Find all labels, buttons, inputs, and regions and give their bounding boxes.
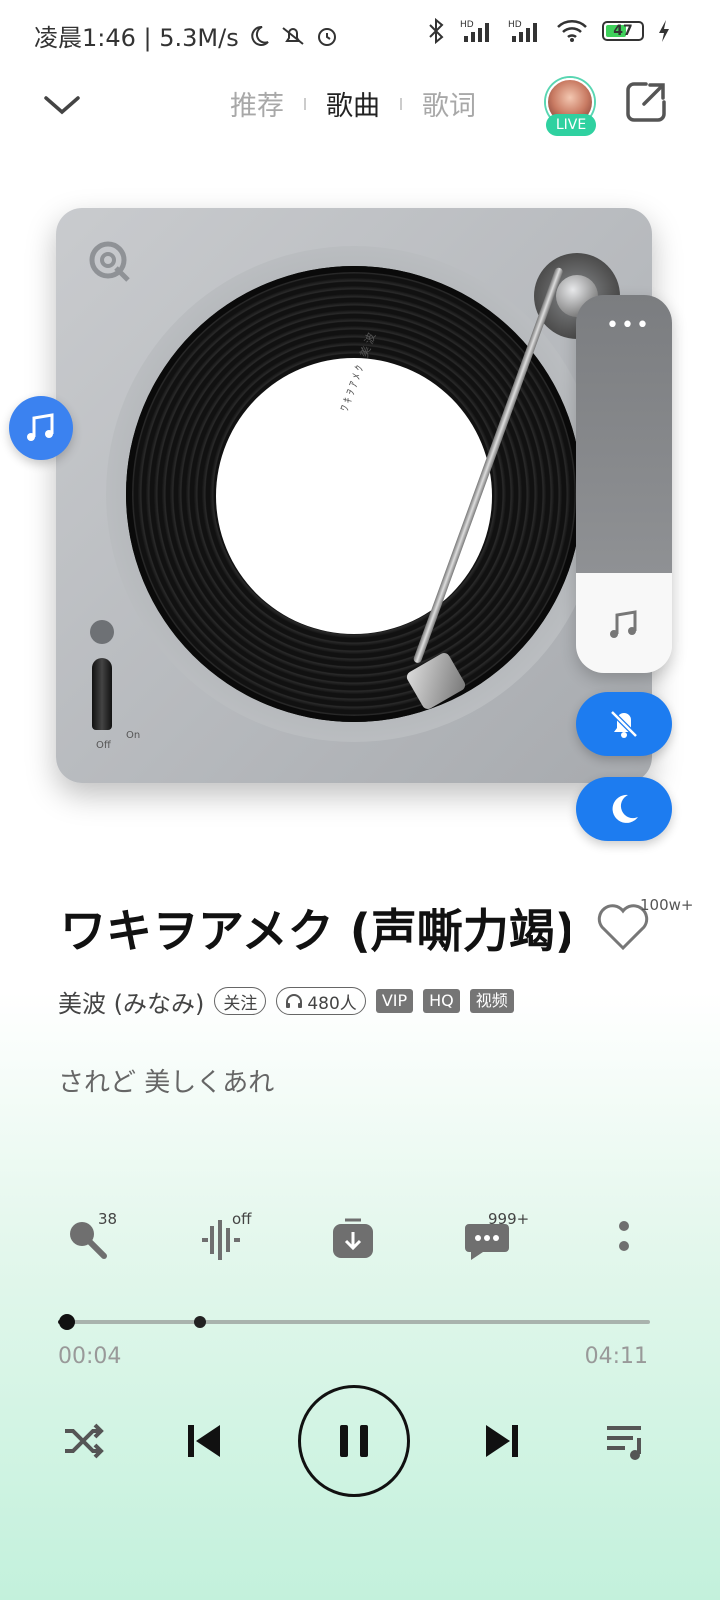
signal-hd-1-icon: HD <box>460 20 489 42</box>
mute-status-icon <box>282 26 304 45</box>
tab-song[interactable]: 歌曲 <box>326 84 380 123</box>
sing-count: 38 <box>98 1210 118 1228</box>
more-options-button[interactable] <box>592 1208 656 1272</box>
previous-icon <box>188 1425 220 1457</box>
current-lyric[interactable]: されど 美しくあれ <box>58 1062 274 1099</box>
battery-level: 47 <box>613 23 633 39</box>
status-left: 凌晨1:46 | 5.3M/s <box>34 18 339 53</box>
playlist-icon <box>607 1426 641 1460</box>
comment-count: 999+ <box>488 1210 530 1228</box>
floating-music-button[interactable] <box>9 396 73 460</box>
tab-bar: 推荐 歌曲 歌词 <box>230 84 476 123</box>
progress-track[interactable] <box>58 1320 650 1324</box>
tab-lyrics[interactable]: 歌词 <box>422 84 476 123</box>
moon-icon <box>612 794 638 823</box>
back-chevron-icon[interactable] <box>40 82 84 126</box>
sleep-mode-button[interactable] <box>576 777 672 841</box>
total-time: 04:11 <box>584 1344 648 1369</box>
more-vertical-icon <box>619 1221 629 1251</box>
hq-tag[interactable]: HQ <box>423 989 460 1013</box>
song-title: ワキヲアメク (声嘶力竭) <box>60 904 570 958</box>
charging-icon <box>659 20 669 42</box>
download-icon <box>333 1218 373 1258</box>
turntable-artwork: ﾜｷｦｱﾒｸ 美波 Off On <box>56 208 652 783</box>
playlist-button[interactable] <box>598 1413 654 1469</box>
video-tag[interactable]: 视频 <box>469 989 514 1013</box>
top-navigation: 推荐 歌曲 歌词 LIVE <box>0 70 720 140</box>
pause-button[interactable] <box>298 1385 410 1497</box>
shuffle-button[interactable] <box>56 1413 112 1469</box>
like-count: 100w+ <box>640 896 694 914</box>
mute-bell-icon <box>610 710 638 738</box>
progress-knob[interactable] <box>59 1314 76 1330</box>
pause-icon <box>340 1425 368 1457</box>
power-lever <box>92 658 112 730</box>
tab-recommend[interactable]: 推荐 <box>230 84 284 123</box>
artist-name[interactable]: 美波 (みなみ) <box>58 984 204 1019</box>
alarm-status-icon <box>317 27 336 46</box>
follow-button[interactable]: 关注 <box>214 987 267 1015</box>
battery-indicator: 47 <box>602 21 644 41</box>
music-note-icon <box>610 610 637 638</box>
download-button[interactable] <box>321 1208 385 1272</box>
signal-hd-2-icon: HD <box>508 20 537 42</box>
artist-row: 美波 (みなみ) 关注 480人 VIP HQ 视频 <box>58 984 514 1019</box>
music-note-icon <box>27 413 54 441</box>
status-bar: 凌晨1:46 | 5.3M/s HD HD 47 <box>0 0 720 70</box>
progress-bar[interactable] <box>58 1314 650 1330</box>
next-button[interactable] <box>474 1413 530 1469</box>
svg-text:HD: HD <box>460 20 474 30</box>
share-icon[interactable] <box>624 80 668 124</box>
headphones-icon <box>286 994 303 1008</box>
off-label: Off <box>96 740 111 751</box>
action-row: 38 off 999+ <box>0 1208 720 1278</box>
svg-text:HD: HD <box>508 20 522 30</box>
listeners-count: 480人 <box>307 993 357 1014</box>
moon-status-icon <box>251 25 269 46</box>
side-control-panel[interactable]: ••• <box>576 295 672 673</box>
vip-tag[interactable]: VIP <box>375 989 414 1013</box>
current-time: 00:04 <box>58 1344 122 1369</box>
status-time-speed: 凌晨1:46 | 5.3M/s <box>34 24 239 52</box>
wifi-icon <box>557 20 587 42</box>
tab-divider <box>400 97 402 110</box>
previous-button[interactable] <box>176 1413 232 1469</box>
live-badge: LIVE <box>546 114 596 136</box>
listeners-pill[interactable]: 480人 <box>276 987 366 1015</box>
playback-controls <box>0 1385 720 1497</box>
mute-button[interactable] <box>576 692 672 756</box>
next-icon <box>486 1425 518 1457</box>
speed-knob-icon <box>90 620 114 644</box>
on-label: On <box>126 730 141 741</box>
status-right: HD HD 47 <box>426 18 670 44</box>
brand-logo-icon <box>89 241 130 282</box>
effect-state: off <box>232 1210 252 1228</box>
progress-marker <box>194 1316 207 1328</box>
shuffle-icon <box>65 1423 104 1459</box>
more-dots-icon[interactable]: ••• <box>606 313 651 338</box>
tab-divider <box>304 97 306 110</box>
bluetooth-icon <box>429 18 444 44</box>
